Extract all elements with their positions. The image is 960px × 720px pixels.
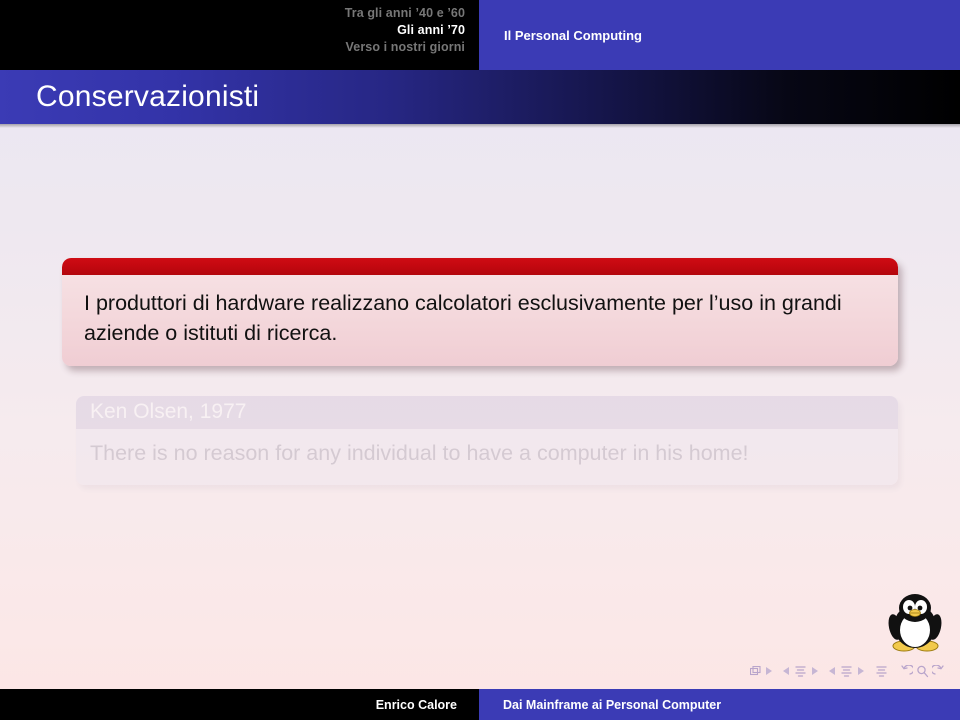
search-icon[interactable] [916,665,929,678]
section-list: Tra gli anni ’40 e ’60 Gli anni ’70 Vers… [345,5,465,56]
section-item-1[interactable]: Tra gli anni ’40 e ’60 [345,5,465,22]
alert-block-header [62,258,898,275]
back-icon[interactable] [899,665,913,677]
headline-navigation-bar: Tra gli anni ’40 e ’60 Gli anni ’70 Vers… [0,0,960,70]
frame-icon[interactable] [794,665,807,678]
subsection-icon[interactable] [840,665,853,678]
slide-icon[interactable] [750,665,761,677]
alert-block-body: I produttori di hardware realizzano calc… [62,275,898,367]
footline-bar: Enrico Calore Dai Mainframe ai Personal … [0,689,960,720]
section-icon[interactable] [875,665,888,678]
alert-block: I produttori di hardware realizzano calc… [62,258,898,367]
subsection-nav-group[interactable] [829,665,864,678]
prev-subsection-icon[interactable] [829,667,835,675]
document-nav-group[interactable] [899,665,946,678]
next-frame-icon[interactable] [812,667,818,675]
section-nav-group[interactable] [875,665,888,678]
author-name: Enrico Calore [375,697,457,712]
section-item-2-active[interactable]: Gli anni ’70 [345,22,465,39]
quote-block: Ken Olsen, 1977 There is no reason for a… [76,396,898,485]
section-item-3[interactable]: Verso i nostri giorni [345,39,465,56]
footline-title-panel: Dai Mainframe ai Personal Computer [479,689,960,720]
page-title: Conservazionisti [36,80,260,113]
forward-icon[interactable] [932,665,946,677]
quote-block-body: There is no reason for any individual to… [76,429,898,485]
next-subsection-icon[interactable] [858,667,864,675]
tux-penguin-logo [884,592,946,654]
slide-nav-group[interactable] [750,665,772,677]
subsection-item-active[interactable]: Il Personal Computing [504,28,642,43]
subsection-navigation-panel: Il Personal Computing [479,0,960,70]
talk-title: Dai Mainframe ai Personal Computer [503,697,722,712]
presentation-slide: Tra gli anni ’40 e ’60 Gli anni ’70 Vers… [0,0,960,720]
section-navigation-panel: Tra gli anni ’40 e ’60 Gli anni ’70 Vers… [0,0,479,70]
footline-author-panel: Enrico Calore [0,689,479,720]
beamer-navigation-symbols[interactable] [750,661,946,681]
title-bar: Conservazionisti [0,70,960,128]
frame-nav-group[interactable] [783,665,818,678]
next-slide-icon[interactable] [766,667,772,675]
quote-block-title: Ken Olsen, 1977 [76,396,898,429]
prev-frame-icon[interactable] [783,667,789,675]
